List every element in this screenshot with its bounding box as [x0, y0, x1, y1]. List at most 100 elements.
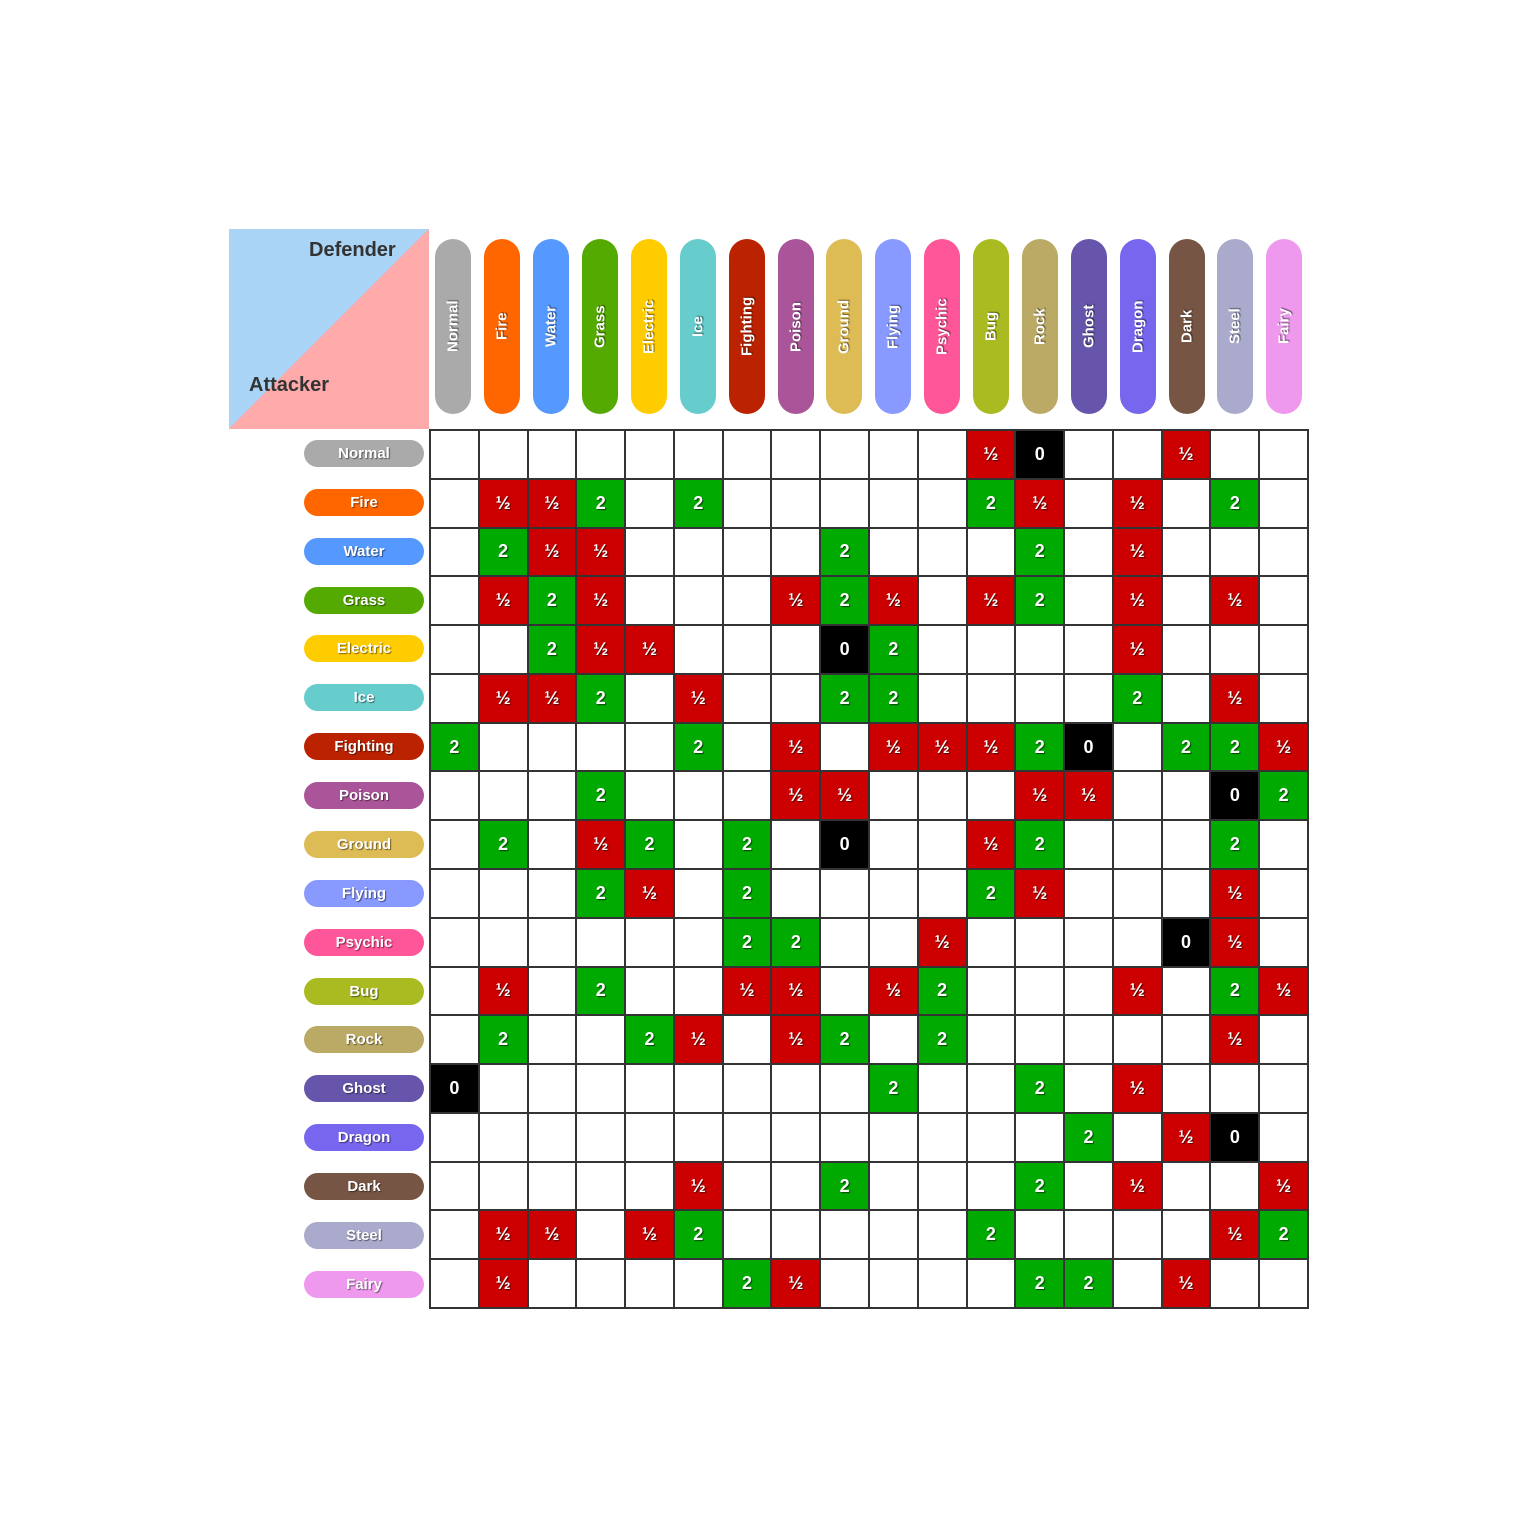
- grid-cell-1-6: [724, 480, 773, 529]
- grid-cell-2-2: ½: [529, 529, 578, 578]
- grid-cell-14-11: [968, 1114, 1017, 1163]
- top-header-dark: Dark: [1162, 234, 1211, 419]
- grid-cell-5-5: ½: [675, 675, 724, 724]
- grid-cell-3-10: [919, 577, 968, 626]
- grid-cell-13-7: [772, 1065, 821, 1114]
- defender-label: Defender: [309, 239, 396, 262]
- grid-cell-16-3: [577, 1211, 626, 1260]
- grid-cell-0-4: [626, 431, 675, 480]
- grid-cell-3-0: [431, 577, 480, 626]
- type-grid: ½0½½½222½½22½½22½½2½½2½½2½½2½½02½½½2½222…: [429, 429, 1309, 1309]
- grid-cell-7-0: [431, 772, 480, 821]
- grid-cell-7-14: [1114, 772, 1163, 821]
- grid-cell-9-17: [1260, 870, 1309, 919]
- grid-cell-10-8: [821, 919, 870, 968]
- grid-cell-12-10: 2: [919, 1016, 968, 1065]
- grid-cell-8-3: ½: [577, 821, 626, 870]
- grid-cell-10-9: [870, 919, 919, 968]
- grid-cell-5-6: [724, 675, 773, 724]
- grid-cell-8-11: ½: [968, 821, 1017, 870]
- grid-cell-11-0: [431, 968, 480, 1017]
- grid-cell-11-3: 2: [577, 968, 626, 1017]
- grid-cell-10-0: [431, 919, 480, 968]
- grid-cell-14-4: [626, 1114, 675, 1163]
- grid-cell-0-10: [919, 431, 968, 480]
- grid-cell-14-7: [772, 1114, 821, 1163]
- left-header-electric: Electric: [229, 625, 429, 674]
- grid-cell-12-0: [431, 1016, 480, 1065]
- grid-cell-8-15: [1163, 821, 1212, 870]
- top-header-ice: Ice: [673, 234, 722, 419]
- grid-cell-11-5: [675, 968, 724, 1017]
- grid-cell-12-8: 2: [821, 1016, 870, 1065]
- grid-cell-6-11: ½: [968, 724, 1017, 773]
- grid-cell-15-14: ½: [1114, 1163, 1163, 1212]
- grid-cell-16-6: [724, 1211, 773, 1260]
- top-header-ghost: Ghost: [1064, 234, 1113, 419]
- grid-cell-1-15: [1163, 480, 1212, 529]
- grid-cell-0-11: ½: [968, 431, 1017, 480]
- grid-cell-11-9: ½: [870, 968, 919, 1017]
- grid-cell-0-3: [577, 431, 626, 480]
- grid-cell-3-8: 2: [821, 577, 870, 626]
- grid-cell-9-6: 2: [724, 870, 773, 919]
- grid-cell-12-17: [1260, 1016, 1309, 1065]
- grid-cell-9-14: [1114, 870, 1163, 919]
- grid-cell-10-14: [1114, 919, 1163, 968]
- grid-cell-17-5: [675, 1260, 724, 1309]
- left-header-steel: Steel: [229, 1211, 429, 1260]
- grid-cell-14-9: [870, 1114, 919, 1163]
- grid-cell-8-2: [529, 821, 578, 870]
- grid-cell-0-8: [821, 431, 870, 480]
- grid-cell-17-9: [870, 1260, 919, 1309]
- grid-cell-15-8: 2: [821, 1163, 870, 1212]
- grid-cell-11-6: ½: [724, 968, 773, 1017]
- grid-cell-0-2: [529, 431, 578, 480]
- grid-cell-2-17: [1260, 529, 1309, 578]
- grid-cell-13-4: [626, 1065, 675, 1114]
- grid-cell-15-10: [919, 1163, 968, 1212]
- grid-cell-4-4: ½: [626, 626, 675, 675]
- grid-cell-16-14: [1114, 1211, 1163, 1260]
- left-header-water: Water: [229, 527, 429, 576]
- grid-cell-1-11: 2: [968, 480, 1017, 529]
- grid-cell-17-10: [919, 1260, 968, 1309]
- grid-cell-3-14: ½: [1114, 577, 1163, 626]
- grid-cell-17-13: 2: [1065, 1260, 1114, 1309]
- grid-cell-7-5: [675, 772, 724, 821]
- grid-cell-14-12: [1016, 1114, 1065, 1163]
- grid-cell-12-2: [529, 1016, 578, 1065]
- left-headers: NormalFireWaterGrassElectricIceFightingP…: [229, 429, 429, 1309]
- grid-cell-13-11: [968, 1065, 1017, 1114]
- grid-cell-14-8: [821, 1114, 870, 1163]
- top-header-fighting: Fighting: [722, 234, 771, 419]
- left-header-grass: Grass: [229, 576, 429, 625]
- grid-cell-11-2: [529, 968, 578, 1017]
- grid-cell-4-11: [968, 626, 1017, 675]
- grid-cell-6-6: [724, 724, 773, 773]
- left-header-fire: Fire: [229, 478, 429, 527]
- grid-cell-0-7: [772, 431, 821, 480]
- grid-cell-6-14: [1114, 724, 1163, 773]
- grid-cell-17-15: ½: [1163, 1260, 1212, 1309]
- grid-cell-14-1: [480, 1114, 529, 1163]
- grid-cell-10-3: [577, 919, 626, 968]
- grid-cell-14-14: [1114, 1114, 1163, 1163]
- grid-cell-15-1: [480, 1163, 529, 1212]
- grid-cell-13-13: [1065, 1065, 1114, 1114]
- grid-cell-13-16: [1211, 1065, 1260, 1114]
- grid-cell-1-17: [1260, 480, 1309, 529]
- grid-cell-1-16: 2: [1211, 480, 1260, 529]
- grid-cell-3-7: ½: [772, 577, 821, 626]
- grid-cell-0-1: [480, 431, 529, 480]
- grid-cell-7-7: ½: [772, 772, 821, 821]
- grid-cell-6-10: ½: [919, 724, 968, 773]
- grid-cell-2-3: ½: [577, 529, 626, 578]
- grid-cell-0-15: ½: [1163, 431, 1212, 480]
- grid-cell-16-12: [1016, 1211, 1065, 1260]
- grid-cell-2-11: [968, 529, 1017, 578]
- grid-cell-13-15: [1163, 1065, 1212, 1114]
- grid-cell-1-8: [821, 480, 870, 529]
- grid-cell-16-5: 2: [675, 1211, 724, 1260]
- grid-cell-8-8: 0: [821, 821, 870, 870]
